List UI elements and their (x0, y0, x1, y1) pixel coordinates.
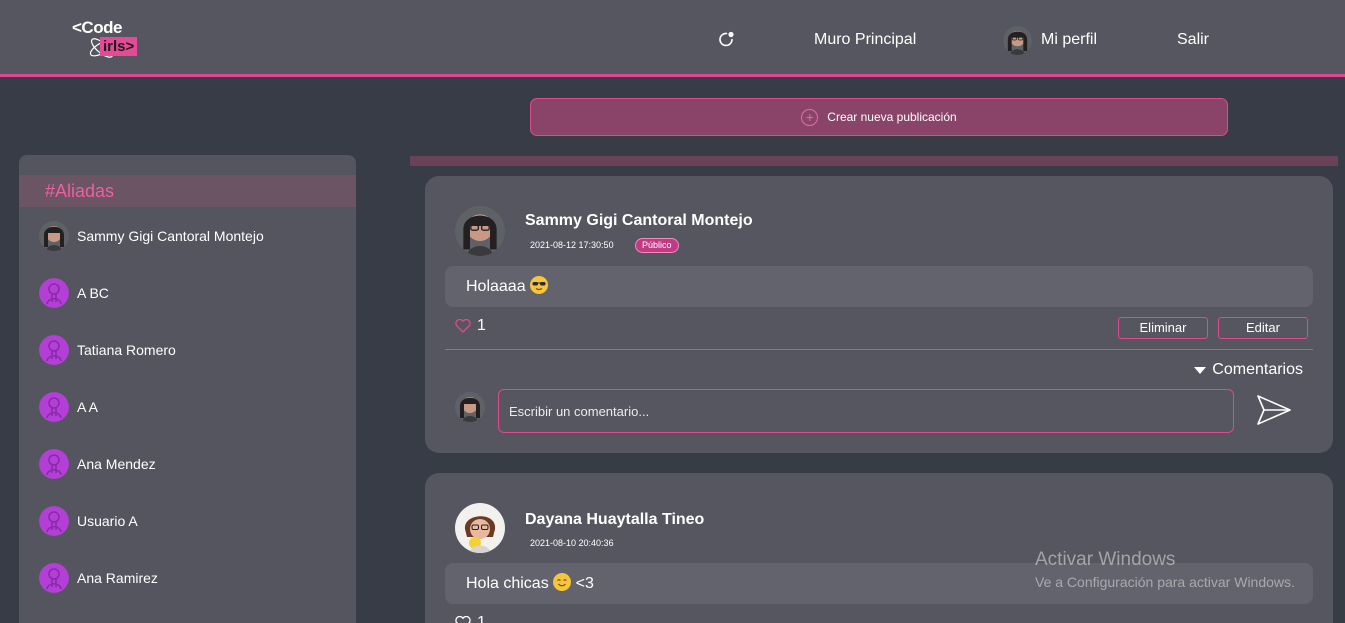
post-author-name[interactable]: Sammy Gigi Cantoral Montejo (525, 212, 753, 230)
default-user-avatar-icon (39, 449, 69, 479)
create-post-button[interactable]: + Crear nueva publicación (530, 98, 1228, 136)
activation-watermark-text: Ve a Configuración para activar Windows. (1035, 574, 1295, 590)
ally-item[interactable]: Tatiana Romero (39, 334, 339, 366)
default-user-avatar-icon (39, 392, 69, 422)
refresh-icon[interactable] (718, 31, 735, 48)
heart-icon[interactable] (455, 319, 471, 333)
ally-name: A A (77, 399, 99, 415)
post-author-avatar[interactable] (455, 206, 505, 256)
post-card: Dayana Huaytalla Tineo 2021-08-10 20:40:… (425, 473, 1333, 623)
post-divider (445, 349, 1313, 350)
nav-mi-perfil[interactable]: Mi perfil (1041, 30, 1097, 50)
delete-post-button[interactable]: Eliminar (1118, 317, 1208, 339)
default-user-avatar-icon (39, 278, 69, 308)
top-navbar: <Code irls> Muro Principal Mi perfil Sal… (0, 0, 1345, 77)
post-author-name[interactable]: Dayana Huaytalla Tineo (525, 511, 704, 529)
ally-item[interactable]: Usuario A (39, 505, 339, 537)
default-user-avatar-icon (39, 335, 69, 365)
ally-item[interactable]: Sammy Gigi Cantoral Montejo (39, 220, 339, 252)
activation-watermark-title: Activar Windows (1035, 549, 1176, 570)
code-girls-logo[interactable]: <Code irls> (70, 18, 152, 62)
like-count: 1 (477, 614, 486, 623)
like-row: 1 (455, 614, 486, 623)
feed-top-divider (410, 156, 1338, 166)
edit-post-button[interactable]: Editar (1218, 317, 1308, 339)
comments-toggle[interactable]: Comentarios (1194, 361, 1303, 379)
post-date: 2021-08-10 20:40:36 (530, 538, 614, 548)
smiling-emoji-icon (553, 573, 572, 591)
post-date: 2021-08-12 17:30:50 (530, 240, 614, 250)
caret-down-icon (1194, 366, 1207, 374)
ally-name: Tatiana Romero (77, 342, 176, 358)
sidebar-title: #Aliadas (19, 175, 356, 207)
ally-name: Ana Ramirez (77, 570, 158, 586)
post-text-suffix: <3 (575, 575, 594, 592)
post-author-avatar[interactable] (455, 503, 505, 553)
ally-name: Ana Mendez (77, 456, 156, 472)
privacy-badge: Público (635, 238, 679, 253)
plus-circle-icon: + (801, 108, 819, 126)
like-row: 1 (455, 317, 486, 335)
ally-name: Usuario A (77, 513, 138, 529)
nav-salir[interactable]: Salir (1177, 30, 1209, 50)
post-card: Sammy Gigi Cantoral Montejo 2021-08-12 1… (425, 176, 1333, 453)
send-icon[interactable] (1255, 393, 1293, 427)
ally-name: A BC (77, 285, 109, 301)
create-post-label: Crear nueva publicación (827, 110, 957, 124)
sunglasses-emoji-icon (530, 276, 549, 294)
nav-muro-principal[interactable]: Muro Principal (814, 30, 916, 50)
commenter-avatar (455, 392, 485, 422)
ally-name: Sammy Gigi Cantoral Montejo (77, 228, 264, 244)
default-user-avatar-icon (39, 506, 69, 536)
like-count: 1 (477, 317, 486, 334)
heart-icon[interactable] (455, 616, 471, 623)
post-text: Hola chicas (466, 575, 549, 592)
comment-input[interactable] (498, 389, 1234, 433)
post-content: Holaaaa (445, 266, 1313, 307)
ally-avatar (39, 221, 69, 251)
ally-item[interactable]: A A (39, 391, 339, 423)
ally-item[interactable]: A BC (39, 277, 339, 309)
comments-label: Comentarios (1212, 361, 1303, 378)
default-user-avatar-icon (39, 563, 69, 593)
ally-item[interactable]: Ana Mendez (39, 448, 339, 480)
logo-text-girls: irls> (100, 37, 138, 56)
ally-item[interactable]: Ana Ramirez (39, 562, 339, 594)
profile-avatar[interactable] (1003, 26, 1032, 55)
post-text: Holaaaa (466, 278, 526, 295)
